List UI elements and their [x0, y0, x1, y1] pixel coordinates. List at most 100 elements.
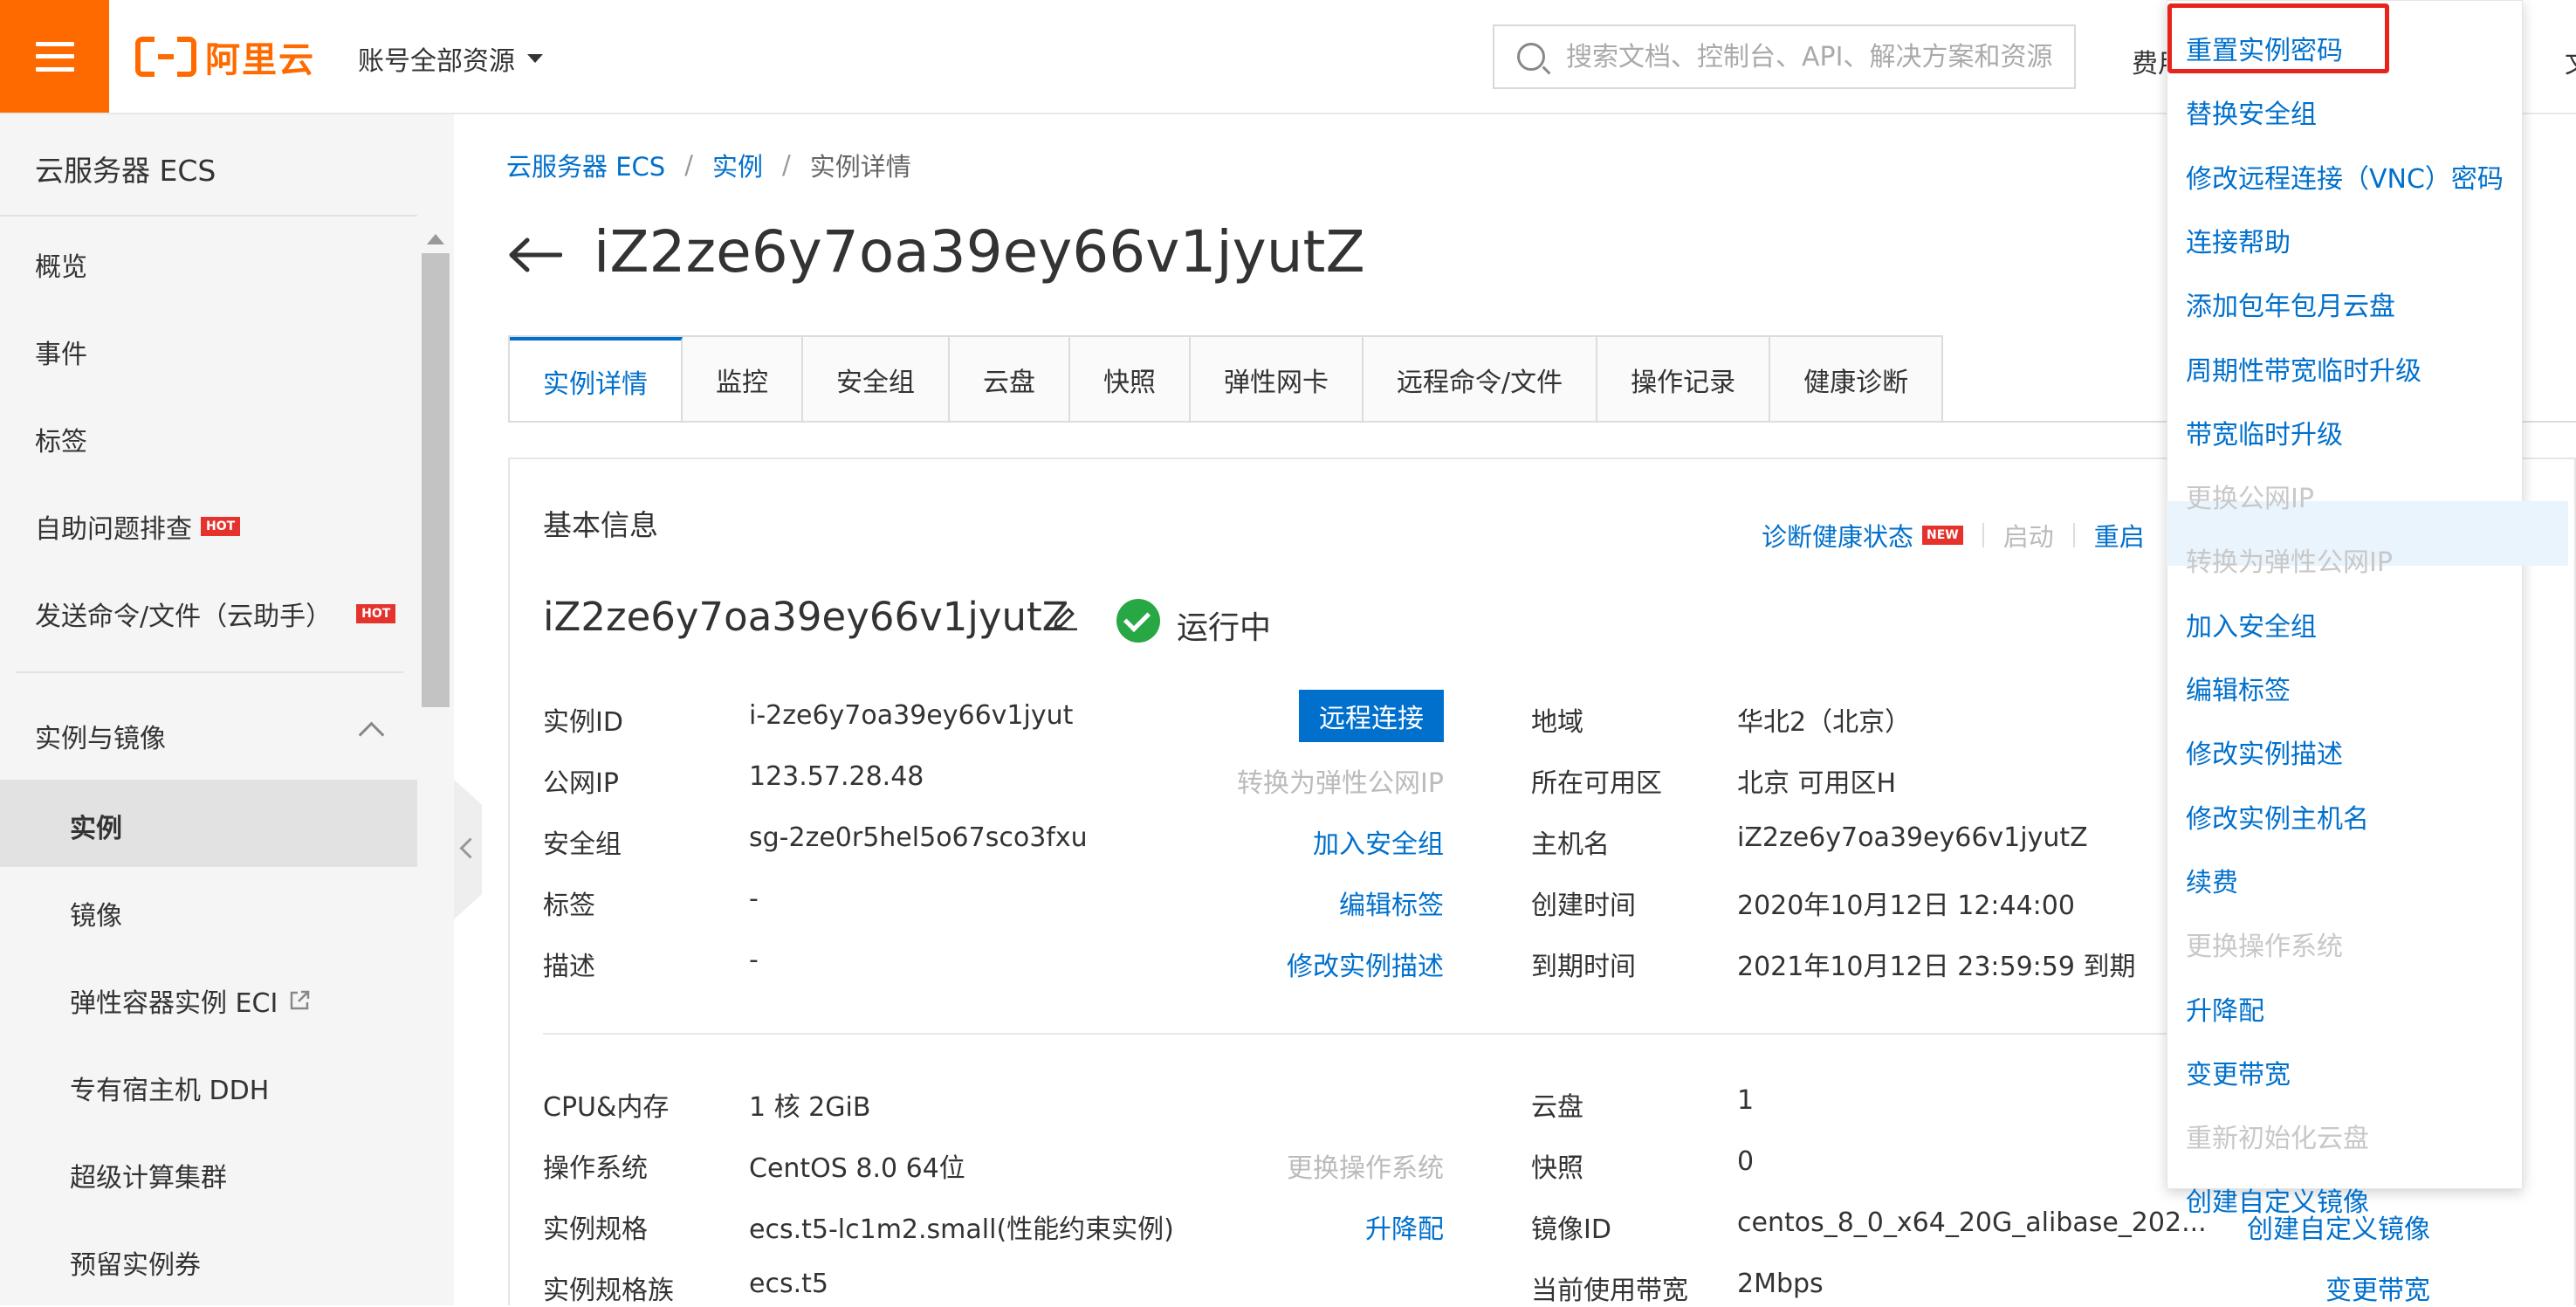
sidebar-item-instances[interactable]: 实例 [70, 807, 122, 845]
back-arrow-icon[interactable] [508, 237, 562, 272]
menu-item[interactable]: 升降配 [2186, 989, 2264, 1028]
breadcrumb-ecs[interactable]: 云服务器 ECS [506, 147, 665, 183]
account-resource-dropdown[interactable]: 账号全部资源 [358, 39, 543, 78]
account-label: 账号全部资源 [358, 46, 515, 77]
edit-tags-link[interactable]: 编辑标签 [1339, 884, 1444, 922]
caret-down-icon [527, 54, 543, 63]
label-disks: 云盘 [1531, 1092, 1583, 1123]
tab-health-diagnosis[interactable]: 健康诊断 [1770, 337, 1942, 423]
chevron-up-icon[interactable] [358, 721, 385, 748]
change-bandwidth-link[interactable]: 变更带宽 [2325, 1269, 2430, 1307]
search-icon [1517, 43, 1545, 71]
label-public-ip: 公网IP [543, 768, 619, 799]
menu-item[interactable]: 续费 [2186, 861, 2238, 899]
sidebar-group-label: 实例与镜像 [35, 724, 166, 754]
remote-connect-button[interactable]: 远程连接 [1299, 690, 1444, 742]
sidebar-item-images[interactable]: 镜像 [70, 894, 122, 932]
sidebar-item-eci[interactable]: 弹性容器实例 ECI [70, 981, 311, 1020]
tab-instance-details[interactable]: 实例详情 [510, 337, 683, 423]
value-hostname: iZ2ze6y7oa39ey66v1jyutZ [1737, 822, 2088, 853]
menu-item[interactable]: 修改远程连接（VNC）密码 [2186, 157, 2504, 196]
menu-item: 更换公网IP [2186, 484, 2314, 514]
page-title: iZ2ze6y7oa39ey66v1jyutZ [594, 218, 1365, 285]
scroll-up-arrow-icon[interactable] [427, 234, 444, 244]
edit-description-link[interactable]: 修改实例描述 [1287, 945, 1444, 983]
sidebar-item-label: 镜像 [70, 901, 122, 932]
menu-item[interactable]: 加入安全组 [2186, 605, 2317, 643]
new-badge: NEW [1922, 526, 1963, 545]
global-search[interactable] [1493, 24, 2076, 89]
menu-item[interactable]: 变更带宽 [2186, 1053, 2291, 1091]
sidebar-collapse-handle[interactable] [454, 780, 482, 919]
tab-security-groups[interactable]: 安全组 [803, 337, 950, 423]
label-zone: 所在可用区 [1531, 768, 1662, 799]
value-instance-family: ecs.t5 [749, 1269, 828, 1299]
sidebar-item-reserved-instances[interactable]: 预留实例券 [70, 1243, 201, 1282]
breadcrumb-current: 实例详情 [809, 152, 911, 182]
tab-remote-commands[interactable]: 远程命令/文件 [1364, 337, 1598, 423]
sidebar-item-label: 弹性容器实例 ECI [70, 988, 278, 1019]
aliyun-logo[interactable]: 阿里云 [135, 30, 315, 84]
menu-item[interactable]: 带宽临时升级 [2186, 413, 2343, 451]
sidebar-item-supercomputing-cluster[interactable]: 超级计算集群 [70, 1156, 227, 1194]
menu-item[interactable]: 创建自定义镜像 [2186, 1180, 2369, 1219]
tab-disks[interactable]: 云盘 [950, 337, 1070, 423]
sidebar-item-events[interactable]: 事件 [35, 333, 87, 371]
tab-eni[interactable]: 弹性网卡 [1191, 337, 1364, 423]
value-instance-id: i-2ze6y7oa39ey66v1jyut [749, 700, 1074, 731]
topbar-clipped-item[interactable]: 文 [2565, 42, 2576, 80]
sidebar-item-label: 超级计算集群 [70, 1163, 227, 1193]
tab-monitoring[interactable]: 监控 [683, 337, 803, 423]
running-check-icon [1116, 599, 1160, 643]
label-description: 描述 [543, 952, 595, 982]
tab-bar: 实例详情 监控 安全组 云盘 快照 弹性网卡 远程命令/文件 操作记录 健康诊断 [508, 335, 1944, 423]
sidebar-item-send-command[interactable]: 发送命令/文件（云助手） HOT [35, 595, 396, 633]
breadcrumb-instances[interactable]: 实例 [712, 147, 763, 183]
menu-item: 重新初始化云盘 [2186, 1124, 2369, 1154]
breadcrumb: 云服务器 ECS / 实例 / 实例详情 [506, 147, 911, 183]
hot-badge: HOT [201, 517, 241, 536]
external-link-icon [291, 990, 310, 1010]
sidebar-scrollbar-thumb[interactable] [422, 253, 450, 707]
action-divider [1982, 523, 1984, 547]
sidebar-title: 云服务器 ECS [35, 154, 216, 188]
value-cpu-memory: 1 核 2GiB [749, 1092, 871, 1123]
value-disks: 1 [1737, 1085, 1755, 1116]
breadcrumb-separator: / [684, 150, 693, 180]
panel-title: 基本信息 [543, 508, 658, 542]
label-instance-type: 实例规格 [543, 1214, 648, 1245]
sidebar-item-label: 专有宿主机 DDH [70, 1076, 270, 1106]
value-snapshots: 0 [1737, 1146, 1755, 1177]
value-bandwidth: 2Mbps [1737, 1269, 1824, 1299]
sidebar-item-self-diagnosis[interactable]: 自助问题排查 HOT [35, 507, 241, 546]
menu-item[interactable]: 添加包年包月云盘 [2186, 285, 2395, 323]
tab-snapshots[interactable]: 快照 [1070, 337, 1191, 423]
menu-item[interactable]: 修改实例描述 [2186, 733, 2343, 771]
menu-toggle-button[interactable] [0, 0, 109, 113]
label-instance-family: 实例规格族 [543, 1276, 674, 1306]
upgrade-downgrade-link[interactable]: 升降配 [1365, 1207, 1444, 1246]
menu-item[interactable]: 连接帮助 [2186, 221, 2291, 259]
sidebar-group-instances-images[interactable]: 实例与镜像 [35, 717, 166, 755]
diagnose-health-link[interactable]: 诊断健康状态 [1762, 517, 1913, 554]
sidebar-item-label: 自助问题排查 [35, 514, 192, 545]
label-region: 地域 [1531, 707, 1583, 738]
value-image-id: centos_8_0_x64_20G_alibase_202... [1737, 1207, 2207, 1238]
sidebar-item-overview[interactable]: 概览 [35, 245, 87, 284]
convert-eip-link: 转换为弹性公网IP [1237, 768, 1444, 799]
menu-item[interactable]: 周期性带宽临时升级 [2186, 349, 2421, 388]
sidebar-item-ddh[interactable]: 专有宿主机 DDH [70, 1069, 269, 1107]
hamburger-icon [35, 41, 74, 72]
sidebar-item-tags[interactable]: 标签 [35, 420, 87, 458]
menu-item[interactable]: 修改实例主机名 [2186, 797, 2369, 836]
label-os: 操作系统 [543, 1153, 648, 1184]
menu-item[interactable]: 替换安全组 [2186, 93, 2317, 131]
search-input[interactable] [1564, 40, 2074, 73]
join-security-group-link[interactable]: 加入安全组 [1313, 822, 1444, 861]
menu-item[interactable]: 编辑标签 [2186, 669, 2291, 707]
edit-pencil-icon[interactable] [1051, 602, 1079, 630]
restart-link[interactable]: 重启 [2094, 517, 2145, 554]
value-description: - [749, 945, 759, 975]
hot-badge: HOT [356, 604, 396, 623]
tab-operation-logs[interactable]: 操作记录 [1597, 337, 1771, 423]
